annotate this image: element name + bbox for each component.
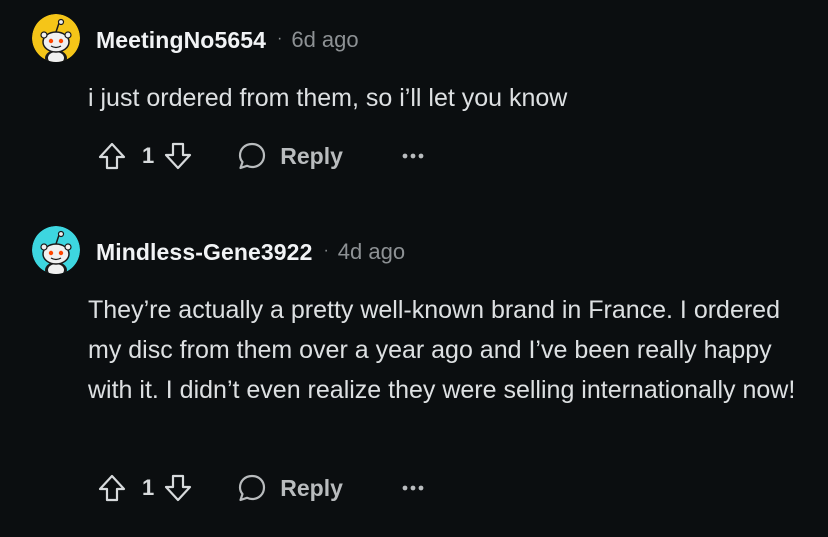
snoo-avatar-icon xyxy=(32,226,80,274)
timestamp[interactable]: 4d ago xyxy=(338,239,405,265)
vote-count: 1 xyxy=(142,475,155,500)
separator-dot: · xyxy=(277,30,283,47)
upvote-button[interactable] xyxy=(96,472,128,504)
more-options-button[interactable] xyxy=(401,476,425,500)
more-dots-icon xyxy=(402,485,424,491)
avatar[interactable] xyxy=(32,14,80,62)
comment-body: They’re actually a pretty well-known bra… xyxy=(88,296,796,404)
snoo-avatar-icon xyxy=(32,14,80,62)
comment-header: MeetingNo5654 · 6d ago xyxy=(96,26,359,54)
comment-actions: 1 Reply xyxy=(96,468,425,508)
speech-bubble-icon xyxy=(239,474,266,502)
speech-bubble-icon xyxy=(239,142,266,170)
vote-count: 1 xyxy=(142,143,155,168)
reply-label: Reply xyxy=(280,474,343,501)
comment-header: Mindless-Gene3922 · 4d ago xyxy=(96,238,405,266)
reply-label: Reply xyxy=(280,142,343,169)
more-dots-icon xyxy=(402,153,424,159)
username[interactable]: MeetingNo5654 xyxy=(96,27,266,54)
reply-button[interactable]: Reply xyxy=(236,140,343,172)
more-options-button[interactable] xyxy=(401,144,425,168)
timestamp[interactable]: 6d ago xyxy=(291,27,358,53)
comment-actions: 1 Reply xyxy=(96,136,425,176)
downvote-arrow-icon xyxy=(165,474,192,502)
downvote-button[interactable] xyxy=(162,140,194,172)
separator-dot: · xyxy=(323,242,329,259)
upvote-arrow-icon xyxy=(98,142,126,170)
upvote-button[interactable] xyxy=(96,140,128,172)
comment-body: i just ordered from them, so i’ll let yo… xyxy=(88,84,568,112)
downvote-button[interactable] xyxy=(162,472,194,504)
reply-button[interactable]: Reply xyxy=(236,472,343,504)
upvote-arrow-icon xyxy=(98,474,126,502)
avatar[interactable] xyxy=(32,226,80,274)
username[interactable]: Mindless-Gene3922 xyxy=(96,239,312,266)
downvote-arrow-icon xyxy=(165,142,192,170)
